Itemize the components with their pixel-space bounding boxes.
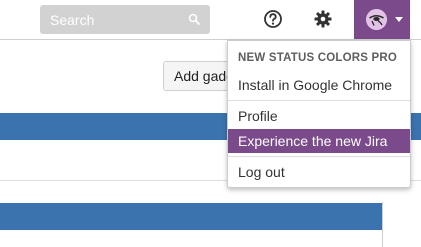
menu-divider: [228, 100, 410, 101]
top-header: Search: [0, 0, 421, 39]
chevron-down-icon: [395, 17, 403, 22]
menu-item-install-chrome[interactable]: Install in Google Chrome: [228, 73, 410, 97]
menu-item-log-out[interactable]: Log out: [228, 160, 410, 184]
eye-of-horus-avatar-icon: [366, 9, 387, 30]
user-dropdown-menu: NEW STATUS COLORS PRO Install in Google …: [227, 40, 411, 188]
gadget-header-bar-2: [0, 203, 382, 230]
help-icon[interactable]: [263, 9, 283, 29]
avatar: [366, 9, 387, 30]
search-input[interactable]: Search: [40, 5, 210, 34]
menu-item-profile[interactable]: Profile: [228, 104, 410, 128]
search-icon: [188, 13, 200, 25]
menu-divider: [228, 156, 410, 157]
jira-page: Search Add gadg NEW STATUS COLORS PRO In…: [0, 0, 421, 247]
search-placeholder: Search: [50, 12, 95, 28]
user-profile-button[interactable]: [354, 0, 410, 39]
gear-icon[interactable]: [313, 9, 333, 29]
menu-item-experience-new-jira[interactable]: Experience the new Jira: [228, 129, 410, 153]
menu-section-heading: NEW STATUS COLORS PRO: [238, 52, 398, 64]
